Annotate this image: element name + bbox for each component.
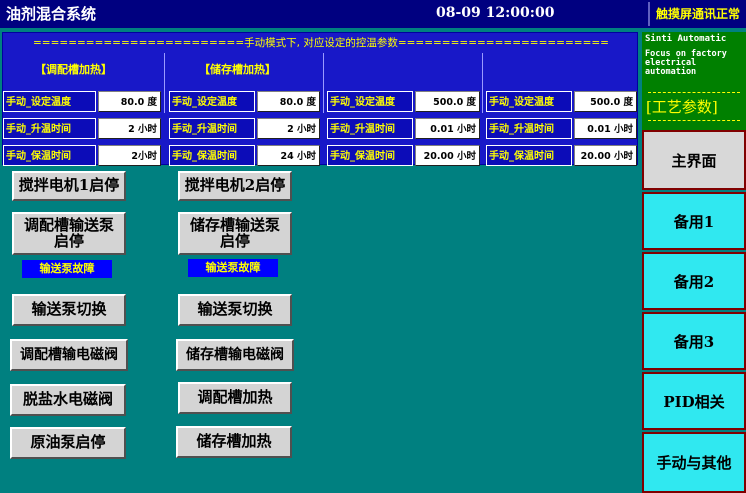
group-title-storage-tank: 【储存槽加热】 <box>199 63 276 76</box>
pump-fault-indicator: 输送泵故障 <box>22 260 112 278</box>
param-label: 手动_升温时间 <box>169 118 255 139</box>
param-value-field[interactable]: 80.0 度 <box>98 91 161 112</box>
param-label: 手动_保温时间 <box>486 145 572 166</box>
param-value-field[interactable]: 0.01 小时 <box>574 118 637 139</box>
crude-oil-pump-button[interactable]: 原油泵启停 <box>10 427 126 459</box>
param-label: 手动_设定温度 <box>3 91 96 112</box>
param-value-field[interactable]: 500.0 度 <box>574 91 637 112</box>
nav-spare-2-button[interactable]: 备用2 <box>642 252 746 310</box>
divider <box>648 120 740 121</box>
column-divider <box>323 53 324 113</box>
param-label: 手动_保温时间 <box>3 145 96 166</box>
datetime-display: 08-09 12:00:00 <box>436 5 555 21</box>
comm-status-indicator: 触摸屏通讯正常 <box>648 2 746 26</box>
param-label: 手动_升温时间 <box>486 118 572 139</box>
group-title-mix-tank: 【调配槽加热】 <box>35 63 112 76</box>
param-value-field[interactable]: 20.00 小时 <box>574 145 637 166</box>
param-label: 手动_保温时间 <box>169 145 255 166</box>
mix-tank-valve-button[interactable]: 调配槽输电磁阀 <box>10 339 128 371</box>
param-label: 手动_升温时间 <box>327 118 413 139</box>
param-value-field[interactable]: 2 小时 <box>98 118 161 139</box>
divider <box>648 92 740 93</box>
param-value-field[interactable]: 2 小时 <box>257 118 320 139</box>
company-info-panel: Sinti Automatic Focus on factory electri… <box>642 32 746 130</box>
storage-tank-valve-button[interactable]: 储存槽输电磁阀 <box>176 339 294 371</box>
demineralized-water-valve-button[interactable]: 脱盐水电磁阀 <box>10 384 126 416</box>
nav-spare-3-button[interactable]: 备用3 <box>642 312 746 370</box>
params-banner: ========================手动模式下, 对应设定的控温参数… <box>33 37 609 49</box>
param-label: 手动_保温时间 <box>327 145 413 166</box>
brand-name: Sinti Automatic <box>645 34 727 44</box>
param-label: 手动_设定温度 <box>169 91 255 112</box>
param-value-field[interactable]: 2小时 <box>98 145 161 166</box>
param-value-field[interactable]: 0.01 小时 <box>415 118 480 139</box>
storage-tank-heating-button[interactable]: 储存槽加热 <box>176 426 292 458</box>
nav-manual-other-button[interactable]: 手动与其他 <box>642 432 746 493</box>
param-value-field[interactable]: 500.0 度 <box>415 91 480 112</box>
nav-main-screen-button[interactable]: 主界面 <box>642 130 746 190</box>
column-divider <box>164 53 165 113</box>
param-value-field[interactable]: 20.00 小时 <box>415 145 480 166</box>
top-bar: 油剂混合系统 08-09 12:00:00 <box>0 0 746 28</box>
manual-temp-params-panel: ========================手动模式下, 对应设定的控温参数… <box>2 32 638 166</box>
param-label: 手动_设定温度 <box>327 91 413 112</box>
mix-tank-pump-button[interactable]: 调配槽输送泵启停 <box>12 212 126 255</box>
pump-switch-button[interactable]: 输送泵切换 <box>12 294 126 326</box>
process-params-title: [工艺参数] <box>646 98 718 116</box>
mix-tank-heating-button[interactable]: 调配槽加热 <box>178 382 292 414</box>
column-divider <box>482 53 483 113</box>
storage-tank-pump-button[interactable]: 储存槽输送泵启停 <box>178 212 292 255</box>
stirrer-motor-1-button[interactable]: 搅拌电机1启停 <box>12 171 126 201</box>
param-label: 手动_设定温度 <box>486 91 572 112</box>
app-title: 油剂混合系统 <box>6 5 97 23</box>
param-value-field[interactable]: 24 小时 <box>257 145 320 166</box>
pump-switch-button[interactable]: 输送泵切换 <box>178 294 292 326</box>
param-label: 手动_升温时间 <box>3 118 96 139</box>
param-value-field[interactable]: 80.0 度 <box>257 91 320 112</box>
nav-pid-button[interactable]: PID相关 <box>642 372 746 430</box>
nav-spare-1-button[interactable]: 备用1 <box>642 192 746 250</box>
company-slogan: Focus on factory electrical automation <box>645 49 727 77</box>
stirrer-motor-2-button[interactable]: 搅拌电机2启停 <box>178 171 292 201</box>
pump-fault-indicator: 输送泵故障 <box>188 259 278 277</box>
